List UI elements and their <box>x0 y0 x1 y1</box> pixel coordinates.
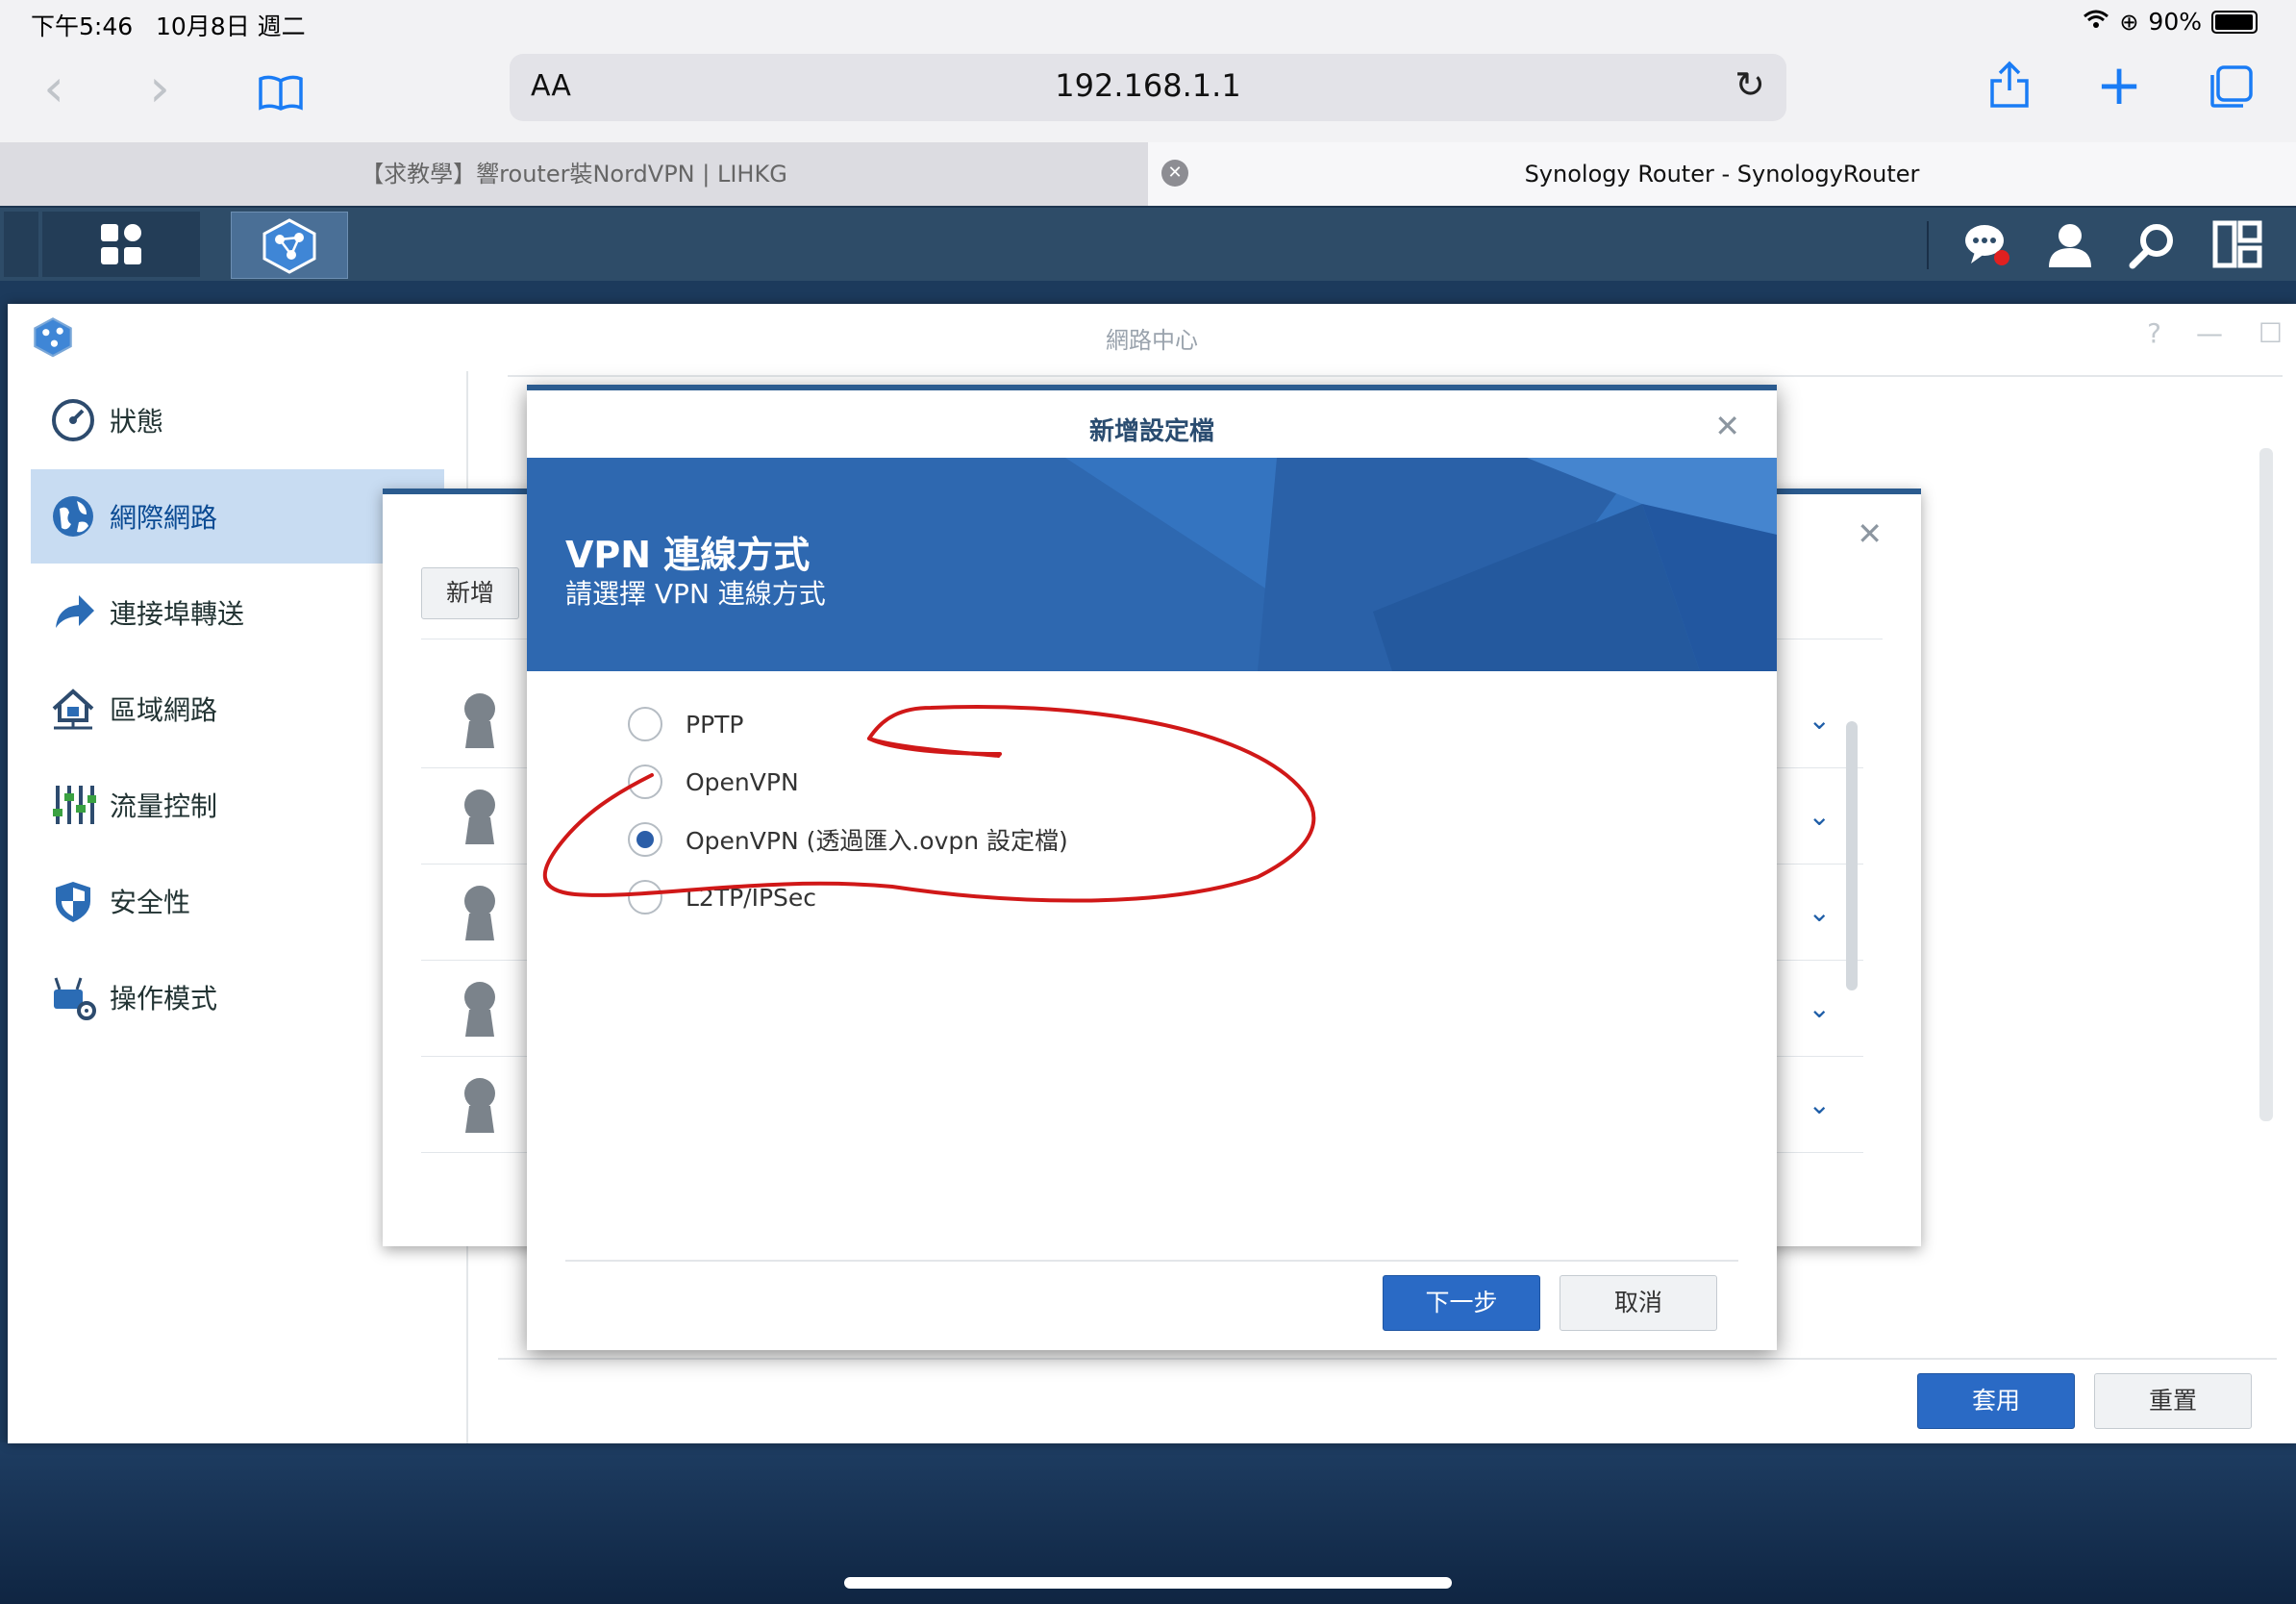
notification-chat-icon[interactable] <box>1961 219 2013 271</box>
minimize-icon[interactable]: — <box>2196 317 2223 349</box>
help-icon[interactable]: ? <box>2147 317 2161 349</box>
reset-button[interactable]: 重置 <box>2094 1373 2252 1429</box>
gauge-icon <box>50 397 96 443</box>
window-title: 網路中心 <box>1106 327 1198 354</box>
user-icon[interactable] <box>2044 219 2096 271</box>
status-bar: 下午5:46 10月8日 週二 ⊕ 90% <box>0 0 2296 46</box>
chevron-down-icon[interactable]: ⌄ <box>1809 992 1831 1024</box>
vpn-user-icon <box>464 789 495 844</box>
add-profile-button[interactable]: 新增 <box>421 567 519 619</box>
close-tab-icon[interactable]: ✕ <box>1161 160 1188 187</box>
new-tab-icon[interactable]: + <box>2090 56 2148 113</box>
radio-button[interactable] <box>628 880 662 915</box>
maximize-icon[interactable]: ☐ <box>2259 317 2283 349</box>
apply-button[interactable]: 套用 <box>1917 1373 2075 1429</box>
battery-icon <box>2211 10 2258 34</box>
url-text[interactable]: 192.168.1.1 <box>510 67 1786 104</box>
vpn-user-icon <box>464 1078 495 1133</box>
list-scrollbar[interactable] <box>1846 721 1858 990</box>
chevron-down-icon[interactable]: ⌄ <box>1809 1089 1831 1120</box>
globe-icon <box>50 493 96 539</box>
tabs-overview-icon[interactable] <box>2202 63 2259 121</box>
tab-lihkg[interactable]: 【求教學】響router裝NordVPN | LIHKG <box>0 142 1148 206</box>
dialog-banner: VPN 連線方式 請選擇 VPN 連線方式 <box>527 458 1777 671</box>
main-menu-button[interactable] <box>42 212 200 277</box>
home-indicator[interactable] <box>844 1577 1452 1589</box>
dsm-taskbar <box>0 206 2296 281</box>
back-icon[interactable]: ‹ <box>25 60 83 117</box>
search-icon[interactable] <box>2127 219 2179 271</box>
apps-grid-icon <box>101 224 141 264</box>
tab-synology[interactable]: ✕ Synology Router - SynologyRouter <box>1148 142 2296 206</box>
sliders-icon <box>50 782 96 828</box>
content-scrollbar[interactable] <box>2259 448 2273 1121</box>
orientation-lock-icon: ⊕ <box>2119 8 2139 36</box>
close-subdialog-icon[interactable]: ✕ <box>1857 515 1883 552</box>
next-button[interactable]: 下一步 <box>1383 1275 1540 1331</box>
dialog-title: 新增設定檔 <box>1088 417 1214 446</box>
sidebar-item-status[interactable]: 狀態 <box>31 373 444 467</box>
bookmarks-icon[interactable] <box>252 65 310 123</box>
home-network-icon <box>50 686 96 732</box>
content-tab-strip <box>508 375 2283 377</box>
new-profile-dialog: 新增設定檔 ✕ VPN 連線方式 請選擇 VPN 連線方式 PPTP OpenV… <box>527 385 1777 1350</box>
taskbar-edge <box>4 212 38 277</box>
vpn-user-icon <box>464 886 495 940</box>
radio-button-selected[interactable] <box>628 822 662 857</box>
shield-icon <box>50 878 96 924</box>
status-date: 10月8日 週二 <box>155 13 306 40</box>
option-openvpn[interactable]: OpenVPN <box>628 763 799 801</box>
chevron-down-icon[interactable]: ⌄ <box>1809 896 1831 928</box>
chevron-down-icon[interactable]: ⌄ <box>1809 704 1831 736</box>
tab-bar: 【求教學】響router裝NordVPN | LIHKG ✕ Synology … <box>0 142 2296 206</box>
content-footer-divider <box>498 1358 2277 1360</box>
radio-button[interactable] <box>628 707 662 741</box>
router-gear-icon <box>50 974 96 1020</box>
status-time: 下午5:46 <box>31 13 134 40</box>
close-dialog-icon[interactable]: ✕ <box>1714 408 1740 444</box>
radio-button[interactable] <box>628 764 662 799</box>
reload-icon[interactable]: ↻ <box>1734 63 1765 106</box>
vpn-user-icon <box>464 693 495 748</box>
forward-icon[interactable]: › <box>131 60 188 117</box>
share-icon[interactable] <box>1981 60 2038 117</box>
forward-arrow-icon <box>50 589 96 636</box>
option-l2tp-ipsec[interactable]: L2TP/IPSec <box>628 878 816 916</box>
option-pptp[interactable]: PPTP <box>628 705 744 743</box>
chevron-down-icon[interactable]: ⌄ <box>1809 800 1831 832</box>
option-openvpn-ovpn-import[interactable]: OpenVPN (透過匯入.ovpn 設定檔) <box>628 820 1068 859</box>
network-center-taskbar-button[interactable] <box>231 212 348 279</box>
banner-title: VPN 連線方式 <box>565 534 811 576</box>
banner-subtitle: 請選擇 VPN 連線方式 <box>565 578 826 610</box>
wifi-icon <box>2083 8 2109 36</box>
vpn-user-icon <box>464 982 495 1037</box>
battery-percent: 90% <box>2148 8 2202 36</box>
address-bar[interactable]: AA 192.168.1.1 ↻ <box>510 54 1786 121</box>
network-center-icon <box>262 218 316 274</box>
widgets-icon[interactable] <box>2211 219 2263 271</box>
dialog-footer-divider <box>565 1260 1738 1262</box>
cancel-button[interactable]: 取消 <box>1560 1275 1717 1331</box>
